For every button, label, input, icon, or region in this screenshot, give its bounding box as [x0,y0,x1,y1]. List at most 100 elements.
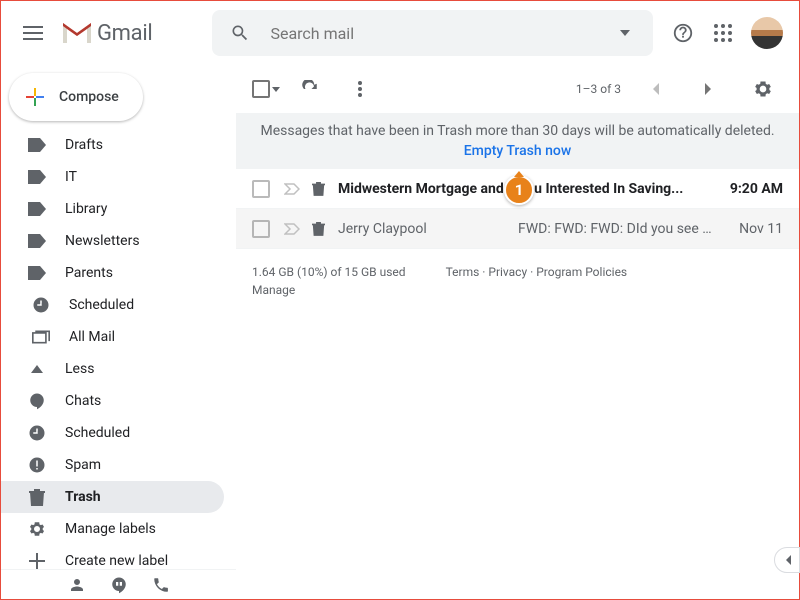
sidebar-item-label: Chats [65,393,101,409]
sidebar-item-spam[interactable]: Spam [1,449,224,481]
message-sender: Midwestern Mortgage and [338,181,508,197]
refresh-icon [301,80,319,98]
sidebar-item-scheduled[interactable]: Scheduled [1,289,224,321]
select-all-checkbox[interactable] [252,80,280,98]
spam-icon [27,455,47,475]
sidebar-item-label: Scheduled [69,297,134,313]
sidebar-item-trash[interactable]: Trash [1,481,224,513]
prev-page-button[interactable] [635,69,675,109]
gmail-icon [61,21,93,45]
more-actions-button[interactable] [340,69,380,109]
search-container [212,10,653,56]
support-button[interactable] [663,13,703,53]
gmail-wordmark: Gmail [97,21,152,46]
sidebar-item-manage-labels[interactable]: Manage labels [1,513,224,545]
sidebar-item-all-mail[interactable]: All Mail [1,321,224,353]
message-subject: FWD: FWD: FWD: DId you see ... [508,221,713,237]
sidebar-item-create-new-label[interactable]: Create new label [1,545,224,569]
less-icon [27,359,47,379]
sidebar-item-parents[interactable]: Parents [1,257,224,289]
sidebar: Compose Drafts IT Library Newsletters Parent… [1,65,236,569]
settings-button[interactable] [743,69,783,109]
manage-storage-link[interactable]: Manage [252,283,406,297]
google-apps-button[interactable] [703,13,743,53]
select-message-checkbox[interactable] [252,220,270,238]
trash-info-banner: Messages that have been in Trash more th… [236,113,799,169]
main-pane: 1–3 of 3 Messages that have been in Tras… [236,65,799,569]
compose-label: Compose [59,89,119,105]
annotation-marker-1: 1 [504,175,534,205]
sidebar-item-label: Parents [65,265,113,281]
sidebar-item-label: Less [65,361,94,377]
app-header: Gmail [1,1,799,65]
trash-icon [312,221,330,236]
search-input[interactable] [260,24,605,43]
sidebar-item-label: Spam [65,457,101,473]
important-marker-icon[interactable] [284,223,302,235]
pagination-range: 1–3 of 3 [576,82,621,96]
sidebar-item-label: Create new label [65,553,168,569]
chevron-left-icon [784,555,791,565]
gmail-logo[interactable]: Gmail [61,21,152,46]
policy-links[interactable]: Terms · Privacy · Program Policies [446,265,628,279]
storage-usage: 1.64 GB (10%) of 15 GB used [252,265,406,279]
plus-multicolor-icon [23,85,47,109]
sidebar-item-chats[interactable]: Chats [1,385,224,417]
select-message-checkbox[interactable] [252,180,270,198]
sidebar-item-label: Scheduled [65,425,130,441]
chevron-right-icon [705,83,713,95]
caret-down-icon [272,87,280,92]
sidebar-item-label: All Mail [69,329,115,345]
side-panel-toggle[interactable] [774,547,800,573]
sidebar-item-label: Manage labels [65,521,156,537]
empty-trash-link[interactable]: Empty Trash now [464,143,572,159]
hangouts-icon[interactable] [110,576,128,594]
sidebar-item-label: Trash [65,489,101,505]
trash-icon [27,487,47,507]
help-icon [672,22,694,44]
chats-icon [27,391,47,411]
chevron-left-icon [651,83,659,95]
message-sender: Jerry Claypool [338,221,508,237]
hangouts-bar [1,569,236,599]
message-subject: You Interested In Saving... [508,181,713,197]
important-marker-icon[interactable] [284,183,302,195]
compose-button[interactable]: Compose [9,73,143,121]
label-icon [27,199,47,219]
search-bar[interactable] [212,10,653,56]
scheduled-icon [27,423,47,443]
sidebar-item-scheduled[interactable]: Scheduled [1,417,224,449]
scheduled-icon [31,295,51,315]
main-menu-button[interactable] [9,9,57,57]
sidebar-item-label: Newsletters [65,233,140,249]
search-icon[interactable] [220,13,260,53]
mail-toolbar: 1–3 of 3 [236,65,799,113]
label-icon [27,231,47,251]
person-icon[interactable] [68,576,86,594]
label-icon [27,263,47,283]
gear-icon [27,519,47,539]
sidebar-item-label: IT [65,169,77,185]
sidebar-item-label: Library [65,201,107,217]
sidebar-item-library[interactable]: Library [1,193,224,225]
sidebar-item-less[interactable]: Less [1,353,224,385]
banner-message: Messages that have been in Trash more th… [236,123,799,139]
sidebar-item-newsletters[interactable]: Newsletters [1,225,224,257]
plus-icon [27,551,47,569]
refresh-button[interactable] [290,69,330,109]
account-avatar[interactable] [751,17,783,49]
search-options-dropdown[interactable] [605,13,645,53]
sidebar-item-it[interactable]: IT [1,161,224,193]
message-date: 9:20 AM [713,181,783,197]
next-page-button[interactable] [689,69,729,109]
sidebar-item-label: Drafts [65,137,103,153]
mail-row[interactable]: Jerry ClaypoolFWD: FWD: FWD: DId you see… [236,209,799,249]
label-icon [27,167,47,187]
trash-icon [312,181,330,196]
caret-down-icon [620,30,630,36]
phone-icon[interactable] [152,576,170,594]
gear-icon [753,79,773,99]
allmail-icon [31,327,51,347]
hamburger-icon [23,26,43,40]
sidebar-item-drafts[interactable]: Drafts [1,129,224,161]
